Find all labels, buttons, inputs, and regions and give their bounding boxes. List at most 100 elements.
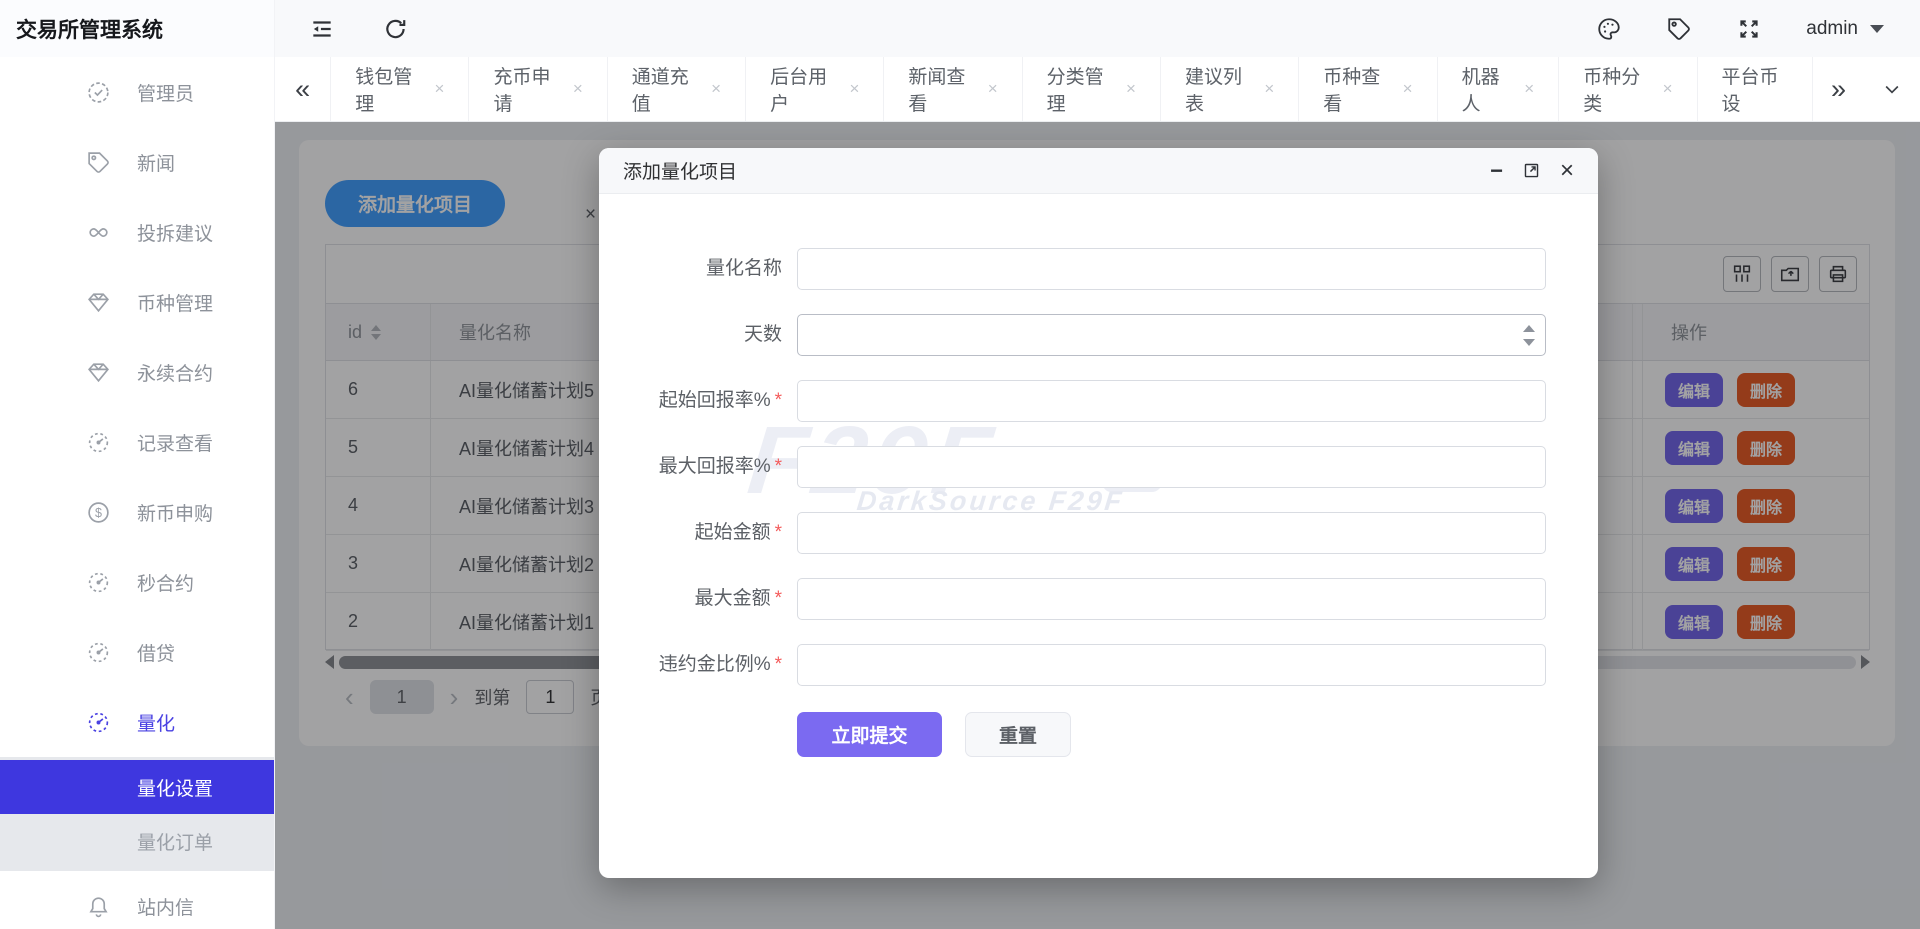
form-row-max-amount: 最大金额 *	[599, 578, 1598, 620]
collapse-sidebar-icon[interactable]	[309, 16, 335, 42]
submit-button[interactable]: 立即提交	[797, 712, 942, 757]
tab-close-icon[interactable]: ×	[1126, 79, 1136, 99]
dollar-icon: $	[88, 501, 109, 523]
sidebar-item-label: 站内信	[137, 897, 195, 919]
gauge-icon	[88, 712, 109, 732]
tab-coin-view[interactable]: 币种查看 ×	[1299, 57, 1438, 121]
sidebar-item-label: 量化	[137, 713, 176, 735]
field-label: 起始金额	[694, 522, 771, 543]
form-row-max-return: 最大回报率% *	[599, 446, 1598, 488]
sidebar-item-new-coin[interactable]: $ 新币申购	[0, 477, 274, 547]
days-input[interactable]	[797, 314, 1546, 356]
sidebar-item-suggestions[interactable]: 投拆建议	[0, 197, 274, 267]
modal-body: F29F DarkSource F29F 量化名称* 天数* 起始回报率%* 最…	[599, 194, 1598, 878]
tab-channel-recharge[interactable]: 通道充值 ×	[608, 57, 747, 121]
quant-name-input[interactable]	[797, 248, 1546, 290]
tag-icon	[88, 151, 109, 173]
start-return-rate-input[interactable]	[797, 380, 1546, 422]
sidebar-item-coin-mgmt[interactable]: 币种管理	[0, 267, 274, 337]
tabs-scroll-left-icon[interactable]: «	[275, 57, 332, 121]
quant-submenu: 量化设置 量化订单	[0, 757, 274, 871]
form-row-penalty-ratio: 违约金比例% *	[599, 644, 1598, 686]
tab-close-icon[interactable]: ×	[573, 79, 583, 99]
field-label: 违约金比例%	[658, 654, 771, 675]
app-logo: 交易所管理系统	[0, 0, 274, 57]
tab-coin-category[interactable]: 币种分类 ×	[1559, 57, 1698, 121]
form-row-quant-name: 量化名称*	[599, 248, 1598, 290]
penalty-ratio-input[interactable]	[797, 644, 1546, 686]
sidebar-item-label: 新闻	[137, 153, 176, 175]
modal-title: 添加量化项目	[623, 162, 738, 183]
sidebar-item-records[interactable]: 记录查看	[0, 407, 274, 477]
gem-icon	[88, 292, 109, 312]
tab-close-icon[interactable]: ×	[1403, 79, 1413, 99]
sidebar-item-perpetual[interactable]: 永续合约	[0, 337, 274, 407]
tabs-scroll-right-icon[interactable]: »	[1813, 57, 1864, 121]
fullscreen-icon[interactable]	[1736, 16, 1762, 42]
sidebar-item-label: 币种管理	[137, 293, 214, 315]
tab-news-view[interactable]: 新闻查看 ×	[884, 57, 1023, 121]
sidebar-item-label: 记录查看	[137, 433, 214, 455]
form-row-start-return: 起始回报率% *	[599, 380, 1598, 422]
tab-close-icon[interactable]: ×	[435, 79, 445, 99]
tab-close-icon[interactable]: ×	[1663, 79, 1673, 99]
tab-suggestion-list[interactable]: 建议列表 ×	[1161, 57, 1300, 121]
user-menu[interactable]: admin	[1806, 18, 1884, 40]
tab-wallet-mgmt[interactable]: 钱包管理 ×	[331, 57, 470, 121]
bell-icon	[89, 896, 108, 917]
tab-close-icon[interactable]: ×	[988, 79, 998, 99]
app-root: 交易所管理系统 管理员 新闻 投拆建议 币种管理 永续合约 记录查看 $ 新币申…	[0, 0, 1920, 929]
user-name: admin	[1806, 17, 1858, 39]
svg-text:$: $	[95, 506, 102, 520]
tabs-dropdown-icon[interactable]	[1864, 57, 1920, 121]
sidebar-item-label: 管理员	[137, 83, 195, 105]
minimize-icon[interactable]: −	[1490, 159, 1503, 181]
sidebar-item-label: 借贷	[137, 643, 176, 665]
tab-close-icon[interactable]: ×	[849, 79, 859, 99]
tab-close-icon[interactable]: ×	[1264, 79, 1274, 99]
tag-icon[interactable]	[1666, 16, 1692, 42]
sidebar-item-label: 秒合约	[137, 573, 195, 595]
field-label: 最大回报率%	[658, 456, 771, 477]
tab-robot[interactable]: 机器人 ×	[1438, 57, 1560, 121]
submenu-item-quant-settings[interactable]: 量化设置	[0, 760, 274, 814]
sidebar-item-admin[interactable]: 管理员	[0, 57, 274, 127]
maximize-icon[interactable]	[1523, 162, 1540, 179]
start-amount-input[interactable]	[797, 512, 1546, 554]
tab-close-icon[interactable]: ×	[1524, 79, 1534, 99]
number-stepper[interactable]	[1521, 314, 1537, 356]
sidebar-item-lending[interactable]: 借贷	[0, 617, 274, 687]
refresh-icon[interactable]	[383, 16, 409, 42]
sidebar: 交易所管理系统 管理员 新闻 投拆建议 币种管理 永续合约 记录查看 $ 新币申…	[0, 0, 275, 929]
step-up-icon	[1523, 324, 1535, 332]
field-label: 量化名称	[705, 258, 782, 279]
close-icon[interactable]: ×	[1560, 158, 1574, 182]
sidebar-item-site-mail[interactable]: 站内信	[0, 871, 274, 929]
submenu-item-quant-orders[interactable]: 量化订单	[0, 814, 274, 868]
tab-platform-coin[interactable]: 平台币设	[1698, 57, 1814, 121]
max-return-rate-input[interactable]	[797, 446, 1546, 488]
sidebar-item-quant[interactable]: 量化	[0, 687, 274, 757]
reset-button[interactable]: 重置	[965, 712, 1071, 757]
field-label: 最大金额	[694, 588, 771, 609]
chevron-down-icon	[1870, 24, 1884, 33]
gauge-icon	[88, 572, 109, 592]
modal-header: 添加量化项目 − ×	[599, 148, 1598, 194]
tab-deposit-apply[interactable]: 充币申请 ×	[469, 57, 608, 121]
tab-bar: « 钱包管理 × 充币申请 × 通道充值 × 后台用户 × 新闻查看 × 分类管理 × 建议…	[275, 57, 1920, 122]
theme-palette-icon[interactable]	[1596, 16, 1622, 42]
link-icon	[89, 227, 108, 237]
gauge-icon	[88, 432, 109, 452]
field-label: 天数	[743, 324, 782, 345]
gem-icon	[88, 362, 109, 382]
field-label: 起始回报率%	[658, 390, 771, 411]
tab-backend-users[interactable]: 后台用户 ×	[746, 57, 885, 121]
max-amount-input[interactable]	[797, 578, 1546, 620]
sidebar-item-label: 投拆建议	[137, 223, 214, 245]
gauge-icon	[88, 642, 109, 662]
sidebar-item-news[interactable]: 新闻	[0, 127, 274, 197]
tab-close-icon[interactable]: ×	[711, 79, 721, 99]
tab-category-mgmt[interactable]: 分类管理 ×	[1023, 57, 1161, 121]
sidebar-item-second-contract[interactable]: 秒合约	[0, 547, 274, 617]
form-row-start-amount: 起始金额 *	[599, 512, 1598, 554]
